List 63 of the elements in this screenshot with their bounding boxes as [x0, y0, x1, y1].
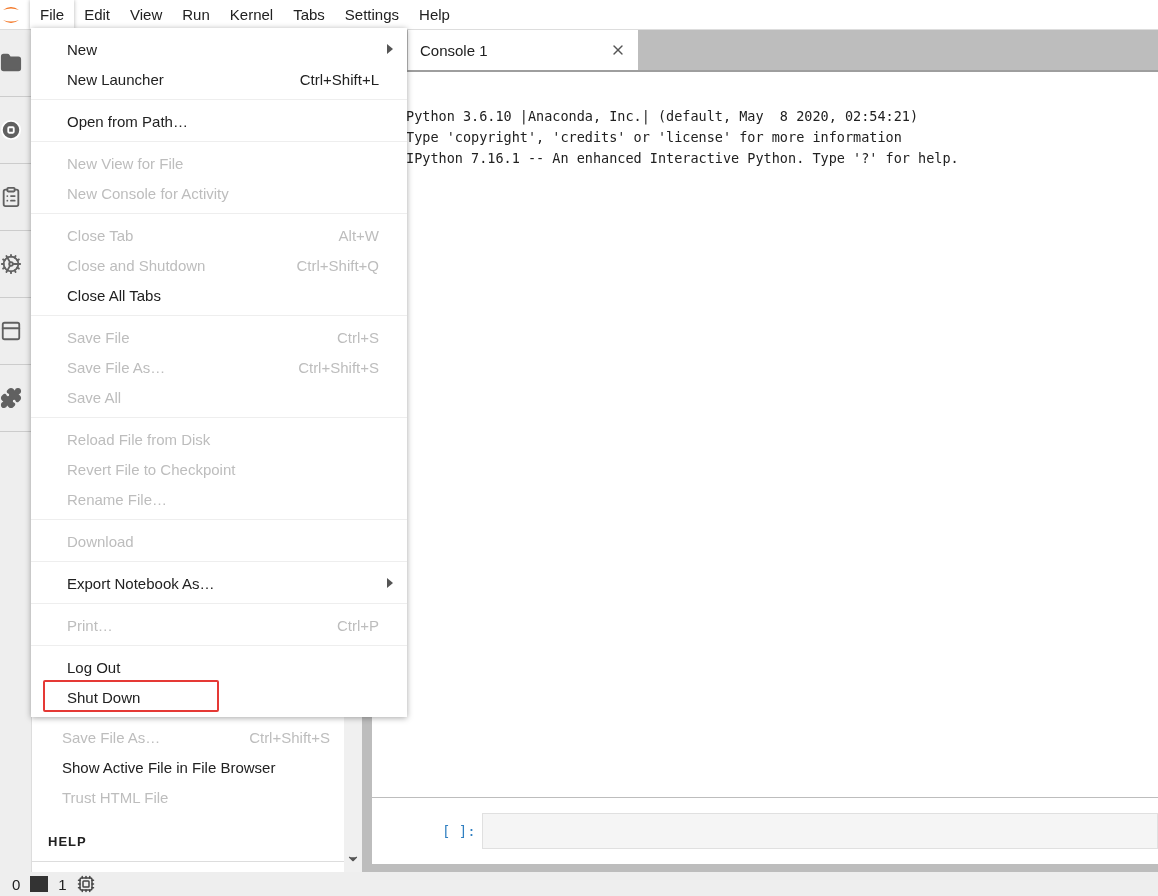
menu-label: Save File As… [67, 358, 166, 376]
menu-item[interactable]: Shut Down [31, 682, 407, 712]
kernel-count: 0 [12, 875, 21, 893]
menu-item[interactable]: Open from Path… [31, 106, 407, 136]
menu-label: New View for File [67, 154, 184, 172]
stop-icon[interactable] [0, 119, 22, 141]
menu-label: Close and Shutdown [67, 256, 206, 274]
menu-item[interactable]: Log Out [31, 652, 407, 682]
command-shortcut: Ctrl+Shift+S [249, 728, 330, 746]
puzzle-icon[interactable] [0, 387, 22, 409]
command-item[interactable]: Show Active File in File Browser [32, 752, 344, 782]
menu-shortcut: Ctrl+Shift+S [298, 358, 379, 376]
menu-title[interactable]: View [120, 0, 173, 29]
menu-shortcut: Ctrl+P [336, 616, 379, 634]
menu-item[interactable]: Export Notebook As… [31, 568, 407, 598]
menu-label: Print… [67, 616, 113, 634]
chip-icon[interactable] [76, 875, 95, 893]
menu-label: Export Notebook As… [67, 574, 215, 592]
command-label: Show Active File in File Browser [62, 758, 276, 776]
menu-item[interactable]: Close All Tabs [31, 280, 407, 310]
clipboard-icon[interactable] [0, 186, 22, 208]
command-label: Trust HTML File [62, 788, 169, 806]
menu-shortcut: Ctrl+Shift+Q [296, 256, 379, 274]
console-output: IPython 7.16.1 -- An enhanced Interactive Python. Type '?' for help. [406, 149, 960, 168]
submenu-caret-icon [387, 578, 393, 588]
input-prompt: [ ]: [442, 823, 477, 839]
menu-shortcut: Ctrl+Shift+L [299, 70, 379, 88]
folder-icon[interactable] [0, 52, 22, 74]
menu-label: Download [67, 532, 134, 550]
code-input-field[interactable] [482, 813, 1158, 849]
menu-label: Save All [67, 388, 122, 406]
command-label: Save File As… [62, 728, 161, 746]
window-icon[interactable] [0, 320, 22, 342]
menu-label: Revert File to Checkpoint [67, 460, 236, 478]
submenu-caret-icon [387, 44, 393, 54]
menu-shortcut: Alt+W [338, 226, 379, 244]
menu-label: Open from Path… [67, 112, 188, 130]
menu-label: Log Out [67, 658, 121, 676]
menu-title[interactable]: Tabs [283, 0, 335, 29]
console-output: Type 'copyright', 'credits' or 'license' for more information [406, 128, 903, 147]
menu-title[interactable]: Settings [334, 0, 410, 29]
menu-item[interactable]: New Launcher Ctrl+Shift+L [31, 64, 407, 94]
menu-label: New [67, 40, 97, 58]
console-output: Python 3.6.10 |Anaconda, Inc.| (default, May 8 2020, 02:54:21) [406, 107, 920, 127]
menu-label: Rename File… [67, 490, 168, 508]
menu-title[interactable]: Kernel [219, 0, 284, 29]
menu-label: Reload File from Disk [67, 430, 211, 448]
tab-label: Console 1 [419, 41, 488, 59]
terminal-count: 1 [58, 875, 67, 893]
menu-label: Close Tab [67, 226, 134, 244]
console-tab[interactable]: Console 1 [408, 30, 638, 70]
gear-icon[interactable] [0, 253, 22, 275]
menu-label: New Launcher [67, 70, 164, 88]
menu-label: Save File [67, 328, 130, 346]
menu-label: New Console for Activity [67, 184, 229, 202]
menu-title[interactable]: Edit [74, 0, 121, 29]
menu-label: Shut Down [67, 688, 141, 706]
menu-title[interactable]: Help [409, 0, 460, 29]
menu-item[interactable]: New [31, 34, 407, 64]
menu-shortcut: Ctrl+S [336, 328, 379, 346]
menu-title[interactable]: File [30, 0, 75, 29]
menu-label: Close All Tabs [67, 286, 161, 304]
menu-title[interactable]: Run [172, 0, 220, 29]
